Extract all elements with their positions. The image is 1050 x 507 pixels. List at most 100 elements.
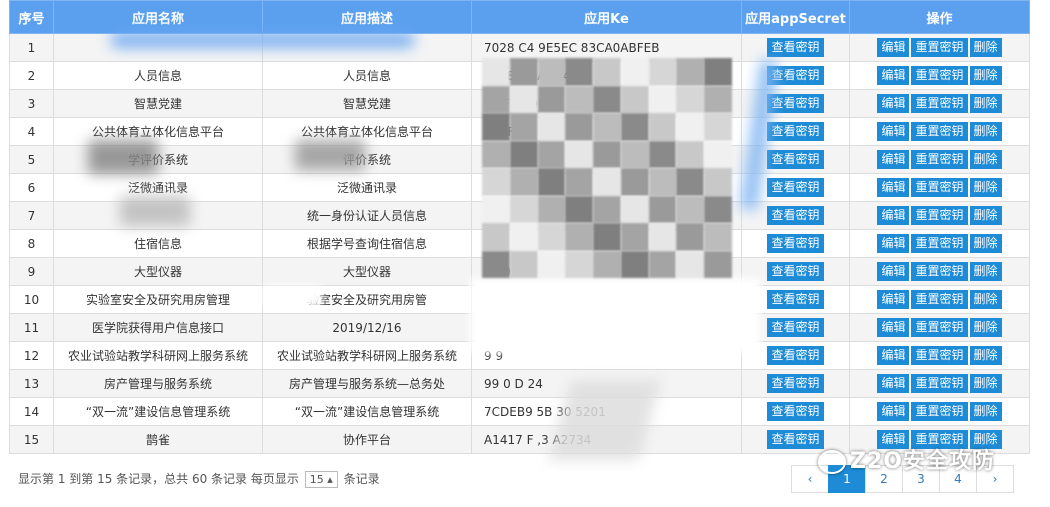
actions-cell: 编辑 重置密钥 删除 <box>849 173 1030 202</box>
edit-button[interactable]: 编辑 <box>877 150 910 169</box>
col-header-actions: 操作 <box>849 0 1030 34</box>
actions-cell: 编辑 重置密钥 删除 <box>849 33 1030 62</box>
delete-button[interactable]: 删除 <box>969 374 1002 393</box>
view-secret-button[interactable]: 查看密钥 <box>767 94 824 113</box>
view-secret-button[interactable]: 查看密钥 <box>767 346 824 365</box>
edit-button[interactable]: 编辑 <box>877 234 910 253</box>
delete-button[interactable]: 删除 <box>969 94 1002 113</box>
delete-button[interactable]: 删除 <box>969 318 1002 337</box>
row-number: 11 <box>9 313 54 342</box>
edit-button[interactable]: 编辑 <box>877 94 910 113</box>
row-number: 12 <box>9 341 54 370</box>
actions-cell: 编辑 重置密钥 删除 <box>849 285 1030 314</box>
edit-button[interactable]: 编辑 <box>877 318 910 337</box>
app-description: 房产管理与服务系统—总务处 <box>262 369 472 398</box>
actions-cell: 编辑 重置密钥 删除 <box>849 313 1030 342</box>
edit-button[interactable]: 编辑 <box>877 374 910 393</box>
table-header-row: 序号 应用名称 应用描述 应用Ke 应用appSecret 操作 <box>9 0 1030 34</box>
view-secret-button[interactable]: 查看密钥 <box>767 206 824 225</box>
reset-secret-button[interactable]: 重置密钥 <box>911 346 968 365</box>
redaction-whiteout <box>470 278 760 353</box>
reset-secret-button[interactable]: 重置密钥 <box>911 38 968 57</box>
edit-button[interactable]: 编辑 <box>877 38 910 57</box>
app-description: 泛微通讯录 <box>262 173 472 202</box>
app-description: 评价系统 <box>262 145 472 174</box>
redaction-blob <box>120 196 190 226</box>
delete-button[interactable]: 删除 <box>969 122 1002 141</box>
app-secret-cell: 查看密钥 <box>741 397 850 426</box>
actions-cell: 编辑 重置密钥 删除 <box>849 201 1030 230</box>
app-description: 人员信息 <box>262 61 472 90</box>
view-secret-button[interactable]: 查看密钥 <box>767 402 824 421</box>
delete-button[interactable]: 删除 <box>969 150 1002 169</box>
redaction-blob <box>295 140 365 170</box>
edit-button[interactable]: 编辑 <box>877 402 910 421</box>
delete-button[interactable]: 删除 <box>969 234 1002 253</box>
reset-secret-button[interactable]: 重置密钥 <box>911 66 968 85</box>
reset-secret-button[interactable]: 重置密钥 <box>911 206 968 225</box>
row-number: 13 <box>9 369 54 398</box>
app-name: 智慧党建 <box>53 89 263 118</box>
delete-button[interactable]: 删除 <box>969 66 1002 85</box>
col-header-name: 应用名称 <box>53 0 263 34</box>
delete-button[interactable]: 删除 <box>969 206 1002 225</box>
row-number: 15 <box>9 425 54 454</box>
actions-cell: 编辑 重置密钥 删除 <box>849 145 1030 174</box>
summary-suffix: 条记录 <box>343 472 380 486</box>
view-secret-button[interactable]: 查看密钥 <box>767 430 824 449</box>
app-description: 协作平台 <box>262 425 472 454</box>
reset-secret-button[interactable]: 重置密钥 <box>911 262 968 281</box>
app-secret-cell: 查看密钥 <box>741 369 850 398</box>
app-description: “双一流”建设信息管理系统 <box>262 397 472 426</box>
reset-secret-button[interactable]: 重置密钥 <box>911 374 968 393</box>
edit-button[interactable]: 编辑 <box>877 66 910 85</box>
reset-secret-button[interactable]: 重置密钥 <box>911 178 968 197</box>
app-name: 农业试验站教学科研网上服务系统 <box>53 341 263 370</box>
view-secret-button[interactable]: 查看密钥 <box>767 150 824 169</box>
wechat-icon <box>818 450 846 474</box>
actions-cell: 编辑 重置密钥 删除 <box>849 117 1030 146</box>
edit-button[interactable]: 编辑 <box>877 122 910 141</box>
reset-secret-button[interactable]: 重置密钥 <box>911 318 968 337</box>
delete-button[interactable]: 删除 <box>969 178 1002 197</box>
col-header-no: 序号 <box>9 0 54 34</box>
delete-button[interactable]: 删除 <box>969 290 1002 309</box>
delete-button[interactable]: 删除 <box>969 402 1002 421</box>
app-name: 医学院获得用户信息接口 <box>53 313 263 342</box>
delete-button[interactable]: 删除 <box>969 346 1002 365</box>
edit-button[interactable]: 编辑 <box>877 346 910 365</box>
reset-secret-button[interactable]: 重置密钥 <box>911 290 968 309</box>
reset-secret-button[interactable]: 重置密钥 <box>911 94 968 113</box>
edit-button[interactable]: 编辑 <box>877 206 910 225</box>
watermark-text: Z2O安全攻防 <box>850 449 995 474</box>
reset-secret-button[interactable]: 重置密钥 <box>911 234 968 253</box>
app-description: 大型仪器 <box>262 257 472 286</box>
redaction-whiteout <box>262 286 322 306</box>
reset-secret-button[interactable]: 重置密钥 <box>911 402 968 421</box>
delete-button[interactable]: 删除 <box>969 262 1002 281</box>
actions-cell: 编辑 重置密钥 删除 <box>849 61 1030 90</box>
edit-button[interactable]: 编辑 <box>877 290 910 309</box>
edit-button[interactable]: 编辑 <box>877 262 910 281</box>
app-description: 农业试验站教学科研网上服务系统 <box>262 341 472 370</box>
view-secret-button[interactable]: 查看密钥 <box>767 318 824 337</box>
view-secret-button[interactable]: 查看密钥 <box>767 178 824 197</box>
view-secret-button[interactable]: 查看密钥 <box>767 290 824 309</box>
actions-cell: 编辑 重置密钥 删除 <box>849 341 1030 370</box>
view-secret-button[interactable]: 查看密钥 <box>767 262 824 281</box>
row-number: 9 <box>9 257 54 286</box>
actions-cell: 编辑 重置密钥 删除 <box>849 397 1030 426</box>
delete-button[interactable]: 删除 <box>969 38 1002 57</box>
table-row: 13 房产管理与服务系统 房产管理与服务系统—总务处 99 0 D 24 查看密钥 编辑重… <box>9 369 1030 398</box>
app-description: 2019/12/16 <box>262 313 472 342</box>
table-row: 14 “双一流”建设信息管理系统 “双一流”建设信息管理系统 7CDEB9 5B 30… <box>9 397 1030 426</box>
view-secret-button[interactable]: 查看密钥 <box>767 234 824 253</box>
view-secret-button[interactable]: 查看密钥 <box>767 38 824 57</box>
view-secret-button[interactable]: 查看密钥 <box>767 374 824 393</box>
edit-button[interactable]: 编辑 <box>877 178 910 197</box>
view-secret-button[interactable]: 查看密钥 <box>767 122 824 141</box>
reset-secret-button[interactable]: 重置密钥 <box>911 122 968 141</box>
reset-secret-button[interactable]: 重置密钥 <box>911 150 968 169</box>
page-size-select[interactable]: 15 ▴ <box>304 471 338 488</box>
app-name: 住宿信息 <box>53 229 263 258</box>
